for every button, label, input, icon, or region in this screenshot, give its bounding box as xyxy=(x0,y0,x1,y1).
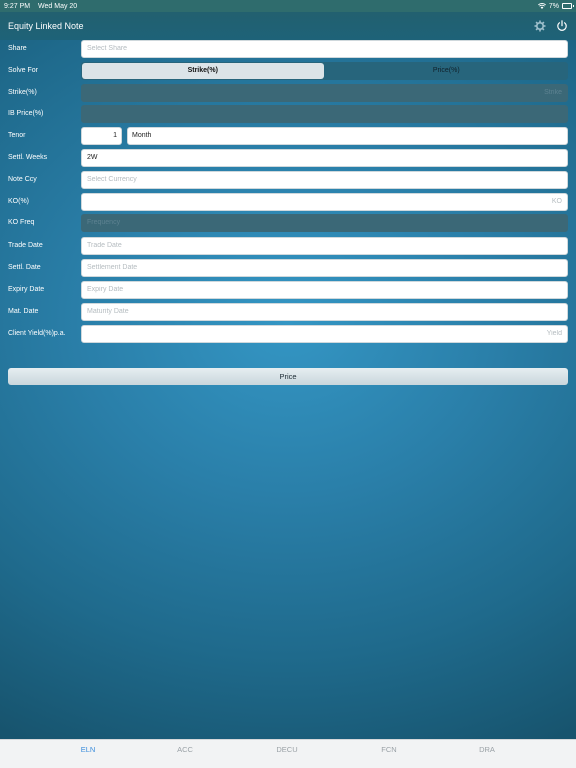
settl-date-input[interactable] xyxy=(81,259,568,277)
ko-label: KO(%) xyxy=(8,198,29,205)
row-mat-date: Mat. Date xyxy=(0,302,576,322)
tab-bar: ELN ACC DECU FCN DRA xyxy=(0,739,576,768)
row-solve-for: Solve For Strike(%) Price(%) xyxy=(0,61,576,81)
row-share: Share xyxy=(0,39,576,59)
row-tenor: Tenor 1 Month xyxy=(0,126,576,146)
client-yield-input[interactable] xyxy=(81,325,568,343)
app-header: Equity Linked Note xyxy=(0,12,576,40)
gear-icon[interactable] xyxy=(534,20,546,32)
tenor-unit-select[interactable]: Month xyxy=(127,127,568,145)
share-label: Share xyxy=(8,45,27,52)
ib-price-label: IB Price(%) xyxy=(8,110,44,117)
solve-for-price-option[interactable]: Price(%) xyxy=(326,63,568,79)
row-strike: Strike(%) xyxy=(0,83,576,103)
row-note-ccy: Note Ccy xyxy=(0,170,576,190)
solve-for-segmented-control: Strike(%) Price(%) xyxy=(81,62,568,80)
battery-percent: 7% xyxy=(548,2,559,10)
ib-price-input xyxy=(81,105,568,123)
note-ccy-input[interactable] xyxy=(81,171,568,189)
row-expiry-date: Expiry Date xyxy=(0,280,576,300)
tab-eln[interactable]: ELN xyxy=(58,740,118,768)
strike-label: Strike(%) xyxy=(8,89,37,96)
ko-freq-label: KO Freq xyxy=(8,219,35,226)
mat-date-input[interactable] xyxy=(81,303,568,321)
status-date: Wed May 20 xyxy=(38,2,78,10)
header-actions xyxy=(534,20,568,32)
share-input[interactable] xyxy=(81,40,568,58)
ko-input[interactable] xyxy=(81,193,568,211)
client-yield-label: Client Yield(%)p.a. xyxy=(8,330,66,337)
wifi-icon xyxy=(537,3,546,9)
row-ko: KO(%) xyxy=(0,192,576,212)
row-settl-weeks: Settl. Weeks xyxy=(0,148,576,168)
expiry-date-label: Expiry Date xyxy=(8,286,45,293)
tab-decu[interactable]: DECU xyxy=(257,740,317,768)
status-time: 9:27 PM xyxy=(4,2,31,10)
settl-weeks-label: Settl. Weeks xyxy=(8,154,48,161)
row-ko-freq: KO Freq xyxy=(0,213,576,233)
row-settl-date: Settl. Date xyxy=(0,258,576,278)
solve-for-label: Solve For xyxy=(8,67,38,74)
price-button[interactable]: Price xyxy=(8,368,568,385)
strike-input xyxy=(81,84,568,102)
ko-freq-input xyxy=(81,214,568,232)
mat-date-label: Mat. Date xyxy=(8,308,39,315)
page-title: Equity Linked Note xyxy=(8,21,84,31)
solve-for-strike-option[interactable]: Strike(%) xyxy=(82,63,324,79)
tab-fcn[interactable]: FCN xyxy=(359,740,419,768)
settl-date-label: Settl. Date xyxy=(8,264,41,271)
battery-icon xyxy=(562,3,574,9)
tab-acc[interactable]: ACC xyxy=(155,740,215,768)
row-trade-date: Trade Date xyxy=(0,236,576,256)
tenor-value-input[interactable]: 1 xyxy=(81,127,122,145)
row-client-yield: Client Yield(%)p.a. xyxy=(0,324,576,344)
trade-date-input[interactable] xyxy=(81,237,568,255)
status-left: 9:27 PM Wed May 20 xyxy=(4,3,83,10)
trade-date-label: Trade Date xyxy=(8,242,43,249)
status-bar: 9:27 PM Wed May 20 7% xyxy=(0,0,576,12)
note-ccy-label: Note Ccy xyxy=(8,176,37,183)
expiry-date-input[interactable] xyxy=(81,281,568,299)
settl-weeks-input[interactable] xyxy=(81,149,568,167)
status-right: 7% xyxy=(537,2,574,10)
power-icon[interactable] xyxy=(556,20,568,32)
tab-dra[interactable]: DRA xyxy=(457,740,517,768)
row-ib-price: IB Price(%) xyxy=(0,104,576,124)
tenor-label: Tenor xyxy=(8,132,26,139)
